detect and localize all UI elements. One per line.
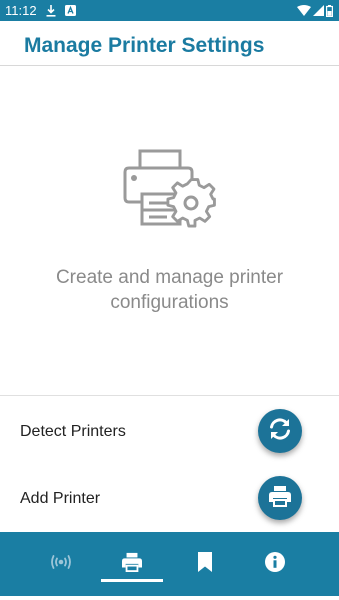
printer-settings-icon (122, 148, 216, 228)
status-bar-right (297, 4, 333, 17)
page-title: Manage Printer Settings (24, 34, 265, 57)
status-bar-left: 11:12 (5, 3, 76, 18)
nav-item-printers[interactable] (90, 532, 174, 596)
printer-icon (121, 552, 143, 577)
download-icon (46, 4, 56, 17)
nav-item-info[interactable] (233, 532, 317, 596)
bookmark-icon (198, 551, 212, 577)
empty-state-message: Create and manage printer configurations (55, 267, 284, 313)
nav-active-indicator (101, 579, 163, 582)
app-header: Manage Printer Settings (0, 21, 339, 66)
signal-icon (313, 5, 324, 16)
add-printer-label[interactable]: Add Printer (20, 490, 100, 508)
notification-a-icon (64, 5, 76, 16)
battery-icon (326, 4, 333, 17)
printer-icon (268, 485, 292, 512)
detect-printers-label[interactable]: Detect Printers (20, 423, 126, 441)
detect-printers-button[interactable] (258, 409, 302, 453)
info-icon (265, 551, 285, 577)
status-time: 11:12 (5, 3, 37, 18)
actions-divider (0, 395, 339, 396)
refresh-icon (267, 416, 293, 447)
bottom-navigation (0, 532, 339, 596)
wifi-icon (297, 5, 311, 16)
status-bar: 11:12 (0, 0, 339, 21)
wireless-icon (49, 554, 73, 574)
add-printer-button[interactable] (258, 476, 302, 520)
